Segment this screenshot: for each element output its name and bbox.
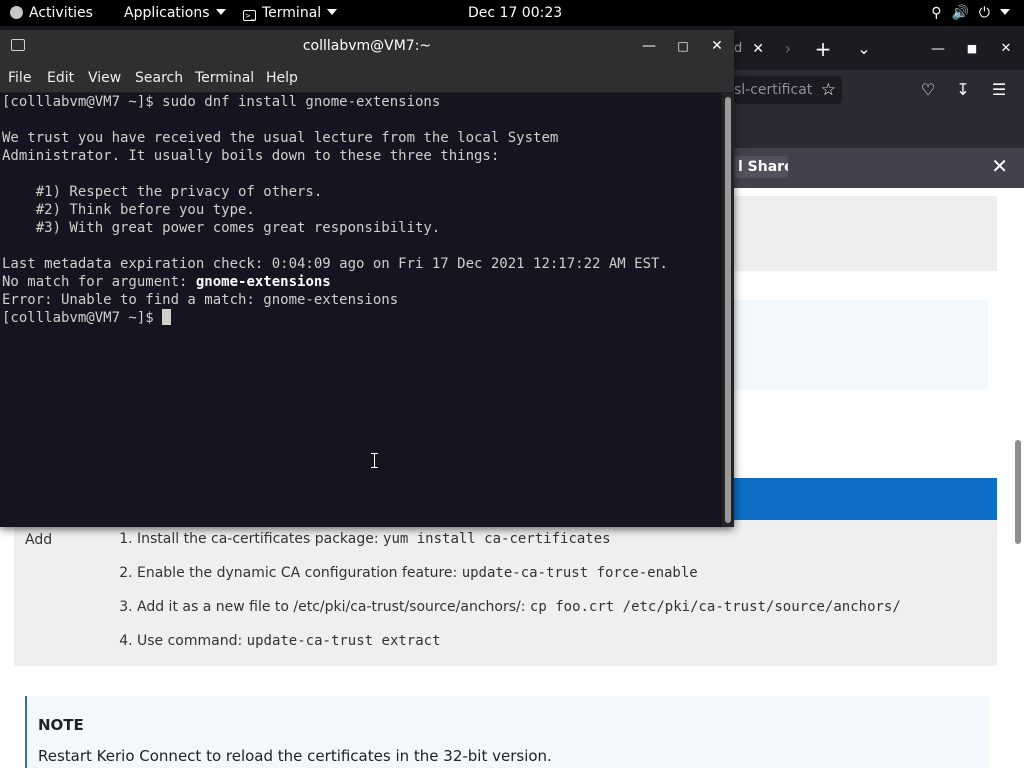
minimize-button[interactable]: — — [636, 34, 662, 58]
chevron-down-icon — [215, 9, 226, 15]
tab-title: d — [734, 41, 743, 56]
error-line: Error: Unable to find a match: gnome-ext… — [2, 292, 399, 308]
close-notification-icon[interactable]: ✕ — [991, 154, 1008, 178]
output-line: Administrator. It usually boils down to … — [2, 148, 500, 164]
scrollbar-thumb[interactable] — [1015, 440, 1021, 544]
activities-button[interactable]: Activities — [10, 0, 93, 26]
output-line: We trust you have received the usual lec… — [2, 130, 559, 146]
step-code: update-ca-trust extract — [246, 633, 441, 649]
activities-label: Activities — [29, 5, 93, 21]
step-code: update-ca-trust force-enable — [461, 565, 698, 581]
menu-edit[interactable]: Edit — [47, 62, 74, 94]
applications-menu[interactable]: Applications — [124, 0, 226, 26]
output-line-prefix: No match for argument: — [2, 274, 196, 290]
menu-file[interactable]: File — [8, 62, 31, 94]
output-bold: gnome-extensions — [195, 274, 331, 290]
step-text: Install the ca-certificates package: — [137, 531, 384, 547]
text-cursor — [162, 309, 172, 325]
terminal-scrollbar[interactable] — [722, 93, 734, 527]
maximize-button[interactable]: □ — [670, 34, 696, 58]
output-line: Last metadata expiration check: 0:04:09 … — [2, 256, 668, 272]
row-label: Add — [25, 532, 53, 548]
gnome-top-bar: Activities Applications >_ Terminal Dec 1… — [0, 0, 1024, 26]
page-scrollbar[interactable] — [1014, 188, 1022, 768]
step-text: Add it as a new file to /etc/pki/ca-trus… — [137, 599, 530, 615]
instructions-table: Add Install the ca-certificates package:… — [14, 520, 997, 666]
note-title: NOTE — [38, 716, 84, 734]
prompt: [colllabvm@VM7 ~]$ — [2, 310, 163, 326]
menu-view[interactable]: View — [88, 62, 121, 94]
list-item: Use command: update-ca-trust extract — [137, 622, 901, 656]
step-code: yum install ca-certificates — [383, 531, 611, 547]
chevron-down-icon — [1000, 9, 1010, 15]
system-tray[interactable]: ⚲🔊⏻ — [931, 0, 1010, 26]
terminal-app-label: Terminal — [262, 5, 322, 21]
downloads-icon[interactable]: ↧ — [951, 76, 975, 104]
steps-list: Install the ca-certificates package: yum… — [117, 520, 901, 656]
chevron-down-icon — [327, 9, 338, 15]
step-text: Use command: — [137, 633, 247, 649]
menu-icon[interactable]: ☰ — [987, 76, 1011, 104]
terminal-titlebar[interactable]: colllabvm@VM7:~ — □ ✕ — [0, 30, 734, 62]
menu-terminal[interactable]: Terminal — [195, 62, 254, 94]
terminal-window[interactable]: colllabvm@VM7:~ — □ ✕ File Edit View Sea… — [0, 30, 734, 527]
tab-scroll-right-icon[interactable]: › — [775, 34, 801, 64]
menu-search[interactable]: Search — [135, 62, 183, 94]
list-item: Add it as a new file to /etc/pki/ca-trus… — [137, 588, 901, 622]
terminal-menubar: File Edit View Search Terminal Help — [0, 62, 734, 93]
step-text: Enable the dynamic CA configuration feat… — [137, 565, 462, 581]
pocket-icon[interactable]: ♡ — [916, 76, 940, 104]
output-line: #1) Respect the privacy of others. — [2, 184, 323, 200]
terminal-text: [colllabvm@VM7 ~]$ sudo dnf install gnom… — [0, 93, 722, 327]
list-tabs-icon[interactable]: ⌄ — [851, 34, 877, 64]
close-button[interactable]: ✕ — [704, 34, 730, 58]
list-item: Enable the dynamic CA configuration feat… — [137, 554, 901, 588]
terminal-icon: >_ — [243, 10, 256, 21]
applications-label: Applications — [124, 5, 210, 21]
command-line: [colllabvm@VM7 ~]$ sudo dnf install gnom… — [2, 94, 441, 110]
share-button[interactable]: l Share — [734, 156, 788, 178]
new-tab-button[interactable]: + — [810, 34, 836, 64]
fedora-logo-icon — [10, 6, 23, 19]
minimize-button[interactable]: — — [925, 34, 951, 64]
clock[interactable]: Dec 17 00:23 — [468, 0, 562, 26]
menu-help[interactable]: Help — [266, 62, 298, 94]
terminal-app-menu[interactable]: >_ Terminal — [243, 0, 338, 26]
step-code: cp foo.crt /etc/pki/ca-trust/source/anch… — [529, 599, 901, 615]
mouse-ibeam-cursor-icon — [370, 452, 379, 469]
network-icon: ⚲ — [931, 5, 952, 21]
browser-tab[interactable]: d ✕ — [734, 34, 770, 64]
close-tab-icon[interactable]: ✕ — [752, 34, 764, 64]
output-line: #2) Think before you type. — [2, 202, 255, 218]
window-title: colllabvm@VM7:~ — [302, 38, 432, 54]
scrollbar-thumb[interactable] — [725, 97, 731, 523]
close-button[interactable]: ✕ — [993, 34, 1019, 64]
note-body: Restart Kerio Connect to reload the cert… — [38, 747, 552, 765]
url-bar[interactable]: sl-certificat ☆ — [734, 76, 842, 104]
maximize-button[interactable]: ■ — [959, 34, 985, 64]
bookmark-star-icon[interactable]: ☆ — [821, 76, 836, 104]
output-line: #3) With great power comes great respons… — [2, 220, 441, 236]
terminal-output[interactable]: [colllabvm@VM7 ~]$ sudo dnf install gnom… — [0, 93, 722, 527]
url-text: sl-certificat — [734, 82, 813, 98]
note-box: NOTE Restart Kerio Connect to reload the… — [25, 696, 989, 768]
volume-icon: 🔊 — [951, 5, 979, 21]
power-icon: ⏻ — [978, 5, 1000, 21]
